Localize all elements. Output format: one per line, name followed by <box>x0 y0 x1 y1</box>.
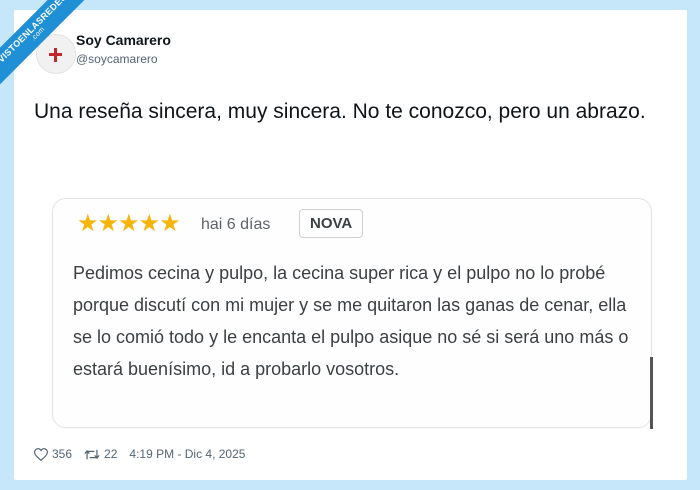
tweet-footer: 356 22 4:19 PM - Dic 4, 2025 <box>34 447 257 461</box>
retweet-button[interactable]: 22 <box>84 447 117 461</box>
scrollbar[interactable] <box>650 357 653 429</box>
tweet-text: Una reseña sincera, muy sincera. No te c… <box>34 100 646 123</box>
timestamp-text: 4:19 PM - Dic 4, 2025 <box>129 447 246 461</box>
watermark-domain: .com <box>29 25 47 43</box>
review-time-ago: hai 6 días <box>201 216 271 233</box>
tweet-timestamp[interactable]: 4:19 PM - Dic 4, 2025 <box>129 447 245 461</box>
retweet-icon <box>84 449 100 459</box>
heart-icon <box>34 447 48 461</box>
retweet-count: 22 <box>104 447 118 461</box>
like-count: 356 <box>52 447 73 461</box>
tweet-card: Soy Camarero @soycamarero Una reseña sin… <box>14 10 687 480</box>
star-rating: ★★★★★ <box>77 210 181 237</box>
review-body: Pedimos cecina y pulpo, la cecina super … <box>73 263 629 379</box>
watermark-corner: VISTOENLASREDES .com <box>0 0 110 110</box>
review-badge: NOVA <box>299 209 364 238</box>
watermark-ribbon[interactable]: VISTOENLASREDES .com <box>0 0 110 108</box>
review-screenshot: ★★★★★ hai 6 días NOVA Pedimos cecina y p… <box>52 198 652 428</box>
like-button[interactable]: 356 <box>34 447 72 461</box>
